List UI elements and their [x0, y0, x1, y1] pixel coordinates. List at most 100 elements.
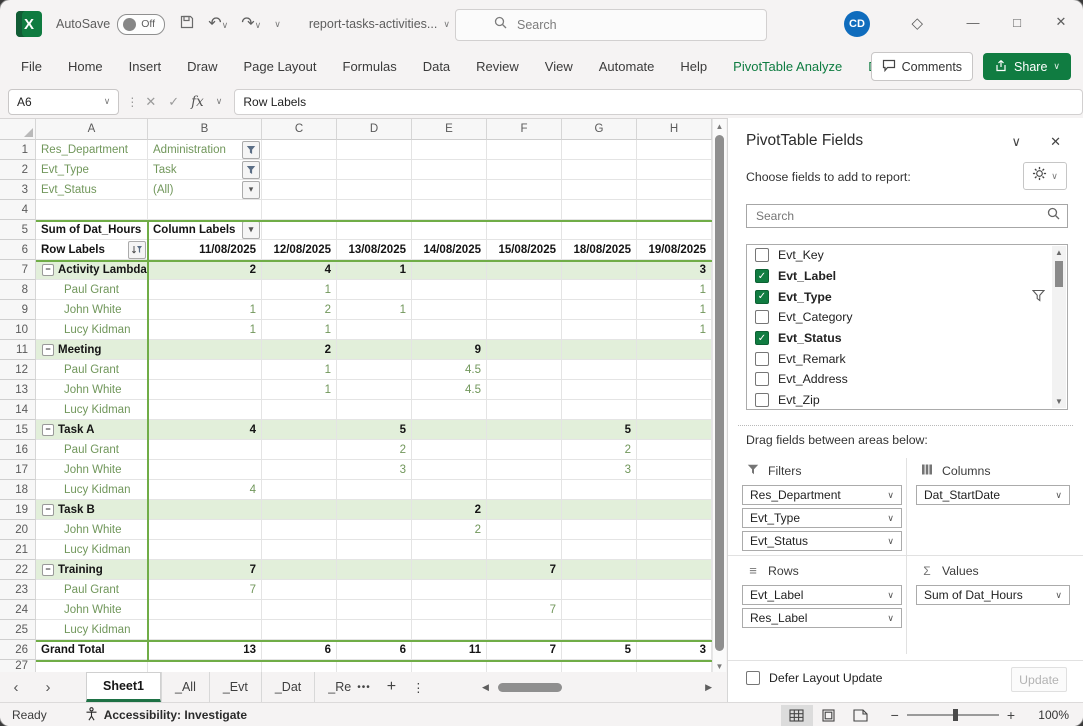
- cell-value[interactable]: 3: [337, 460, 412, 480]
- pivot-detail-label[interactable]: Paul Grant: [36, 360, 148, 380]
- cell-value[interactable]: [148, 380, 262, 400]
- row-header-21[interactable]: 21: [0, 540, 36, 560]
- cell-empty[interactable]: [562, 140, 637, 160]
- column-header-G[interactable]: G: [562, 119, 637, 140]
- cell-empty[interactable]: [562, 220, 637, 240]
- ribbon-tab-view[interactable]: View: [532, 48, 586, 85]
- pivot-group-label[interactable]: −Task B: [36, 500, 148, 520]
- collapse-icon[interactable]: −: [42, 424, 54, 436]
- pivot-group-label[interactable]: −Meeting: [36, 340, 148, 360]
- cell-value[interactable]: 5: [562, 640, 637, 660]
- fields-search-input[interactable]: [754, 208, 1047, 224]
- cell-value[interactable]: [337, 620, 412, 640]
- cell-value[interactable]: 7: [148, 560, 262, 580]
- cell-empty[interactable]: [637, 140, 712, 160]
- cell-empty[interactable]: [412, 220, 487, 240]
- cell-value[interactable]: [262, 540, 337, 560]
- cell-value[interactable]: 6: [262, 640, 337, 660]
- cell-value[interactable]: [412, 620, 487, 640]
- column-header-D[interactable]: D: [337, 119, 412, 140]
- cell-value[interactable]: [562, 380, 637, 400]
- pivot-detail-label[interactable]: John White: [36, 460, 148, 480]
- cell-value[interactable]: [148, 360, 262, 380]
- cell-value[interactable]: [487, 420, 562, 440]
- cell-value[interactable]: [337, 380, 412, 400]
- cell-value[interactable]: [637, 440, 712, 460]
- cell-value[interactable]: [337, 600, 412, 620]
- field-chip-res-department[interactable]: Res_Department∨: [742, 485, 902, 505]
- defer-checkbox[interactable]: [746, 671, 760, 685]
- cell-value[interactable]: [337, 500, 412, 520]
- cell-value[interactable]: [487, 380, 562, 400]
- pivot-detail-label[interactable]: Lucy Kidman: [36, 400, 148, 420]
- cell-value[interactable]: [337, 540, 412, 560]
- cell-empty[interactable]: [562, 160, 637, 180]
- cell-value[interactable]: [487, 500, 562, 520]
- cell-empty[interactable]: [637, 160, 712, 180]
- cell-value[interactable]: [637, 580, 712, 600]
- page-layout-view-icon[interactable]: [813, 705, 845, 726]
- field-chip-sum-of-dat-hours[interactable]: Sum of Dat_Hours∨: [916, 585, 1070, 605]
- cell-value[interactable]: [337, 560, 412, 580]
- cell-value[interactable]: [487, 480, 562, 500]
- cell-value[interactable]: [148, 280, 262, 300]
- pivot-filter-label[interactable]: Evt_Type: [36, 160, 148, 180]
- cell-value[interactable]: [337, 280, 412, 300]
- hscroll-left-icon[interactable]: ◀: [482, 682, 489, 693]
- row-header-14[interactable]: 14: [0, 400, 36, 420]
- field-list-scrollbar[interactable]: ▲▼: [1052, 246, 1066, 408]
- field-chip-dat-startdate[interactable]: Dat_StartDate∨: [916, 485, 1070, 505]
- cell-value[interactable]: [637, 400, 712, 420]
- cell-value[interactable]: [487, 540, 562, 560]
- cell-value[interactable]: [262, 400, 337, 420]
- cell-value[interactable]: [562, 320, 637, 340]
- cell-value[interactable]: [337, 580, 412, 600]
- cell-value[interactable]: [412, 580, 487, 600]
- sheet-tab-sheet1[interactable]: Sheet1: [86, 672, 161, 702]
- zoom-in-icon[interactable]: +: [1007, 707, 1015, 723]
- autosave-toggle[interactable]: AutoSave Off: [56, 14, 165, 35]
- cell-value[interactable]: [637, 360, 712, 380]
- page-break-preview-icon[interactable]: [845, 705, 877, 726]
- cell-value[interactable]: [412, 420, 487, 440]
- cell-value[interactable]: [487, 620, 562, 640]
- cell-value[interactable]: [562, 280, 637, 300]
- cell-value[interactable]: [562, 620, 637, 640]
- document-title[interactable]: report-tasks-activities... ∨: [309, 17, 450, 31]
- list-scroll-up-icon[interactable]: ▲: [1052, 248, 1066, 257]
- cell-value[interactable]: [337, 320, 412, 340]
- column-header-A[interactable]: A: [36, 119, 148, 140]
- ribbon-tab-file[interactable]: File: [8, 48, 55, 85]
- cell-empty[interactable]: [562, 180, 637, 200]
- cell-value[interactable]: [412, 320, 487, 340]
- cell-value[interactable]: [148, 460, 262, 480]
- field-item-evt-status[interactable]: ✓Evt_Status: [747, 328, 1067, 349]
- normal-view-icon[interactable]: [781, 705, 813, 726]
- collapse-icon[interactable]: −: [42, 344, 54, 356]
- minimize-button[interactable]: —: [951, 0, 995, 44]
- cell-empty[interactable]: [148, 200, 262, 220]
- cell-value[interactable]: 1: [148, 320, 262, 340]
- pivot-date-header[interactable]: 12/08/2025: [262, 240, 337, 260]
- cell-value[interactable]: [412, 460, 487, 480]
- field-filter-icon[interactable]: [1032, 289, 1045, 305]
- cell-value[interactable]: 2: [412, 520, 487, 540]
- cell-value[interactable]: [148, 440, 262, 460]
- column-header-H[interactable]: H: [637, 119, 712, 140]
- cell-value[interactable]: 7: [487, 600, 562, 620]
- field-checkbox[interactable]: [755, 310, 769, 324]
- cell-value[interactable]: 1: [637, 300, 712, 320]
- formula-input[interactable]: Row Labels: [234, 89, 1083, 115]
- search-input[interactable]: [515, 17, 739, 33]
- cell-value[interactable]: [637, 420, 712, 440]
- field-chip-chevron-icon[interactable]: ∨: [887, 490, 894, 501]
- cell-value[interactable]: [262, 600, 337, 620]
- ribbon-tab-pivottable-analyze[interactable]: PivotTable Analyze: [720, 48, 855, 85]
- enter-icon[interactable]: ✓: [168, 94, 179, 110]
- filter-dropdown-icon[interactable]: ▾: [242, 181, 260, 199]
- column-header-C[interactable]: C: [262, 119, 337, 140]
- cell-empty[interactable]: [36, 200, 148, 220]
- cell-empty[interactable]: [262, 160, 337, 180]
- cell-value[interactable]: [562, 600, 637, 620]
- cell-value[interactable]: [487, 400, 562, 420]
